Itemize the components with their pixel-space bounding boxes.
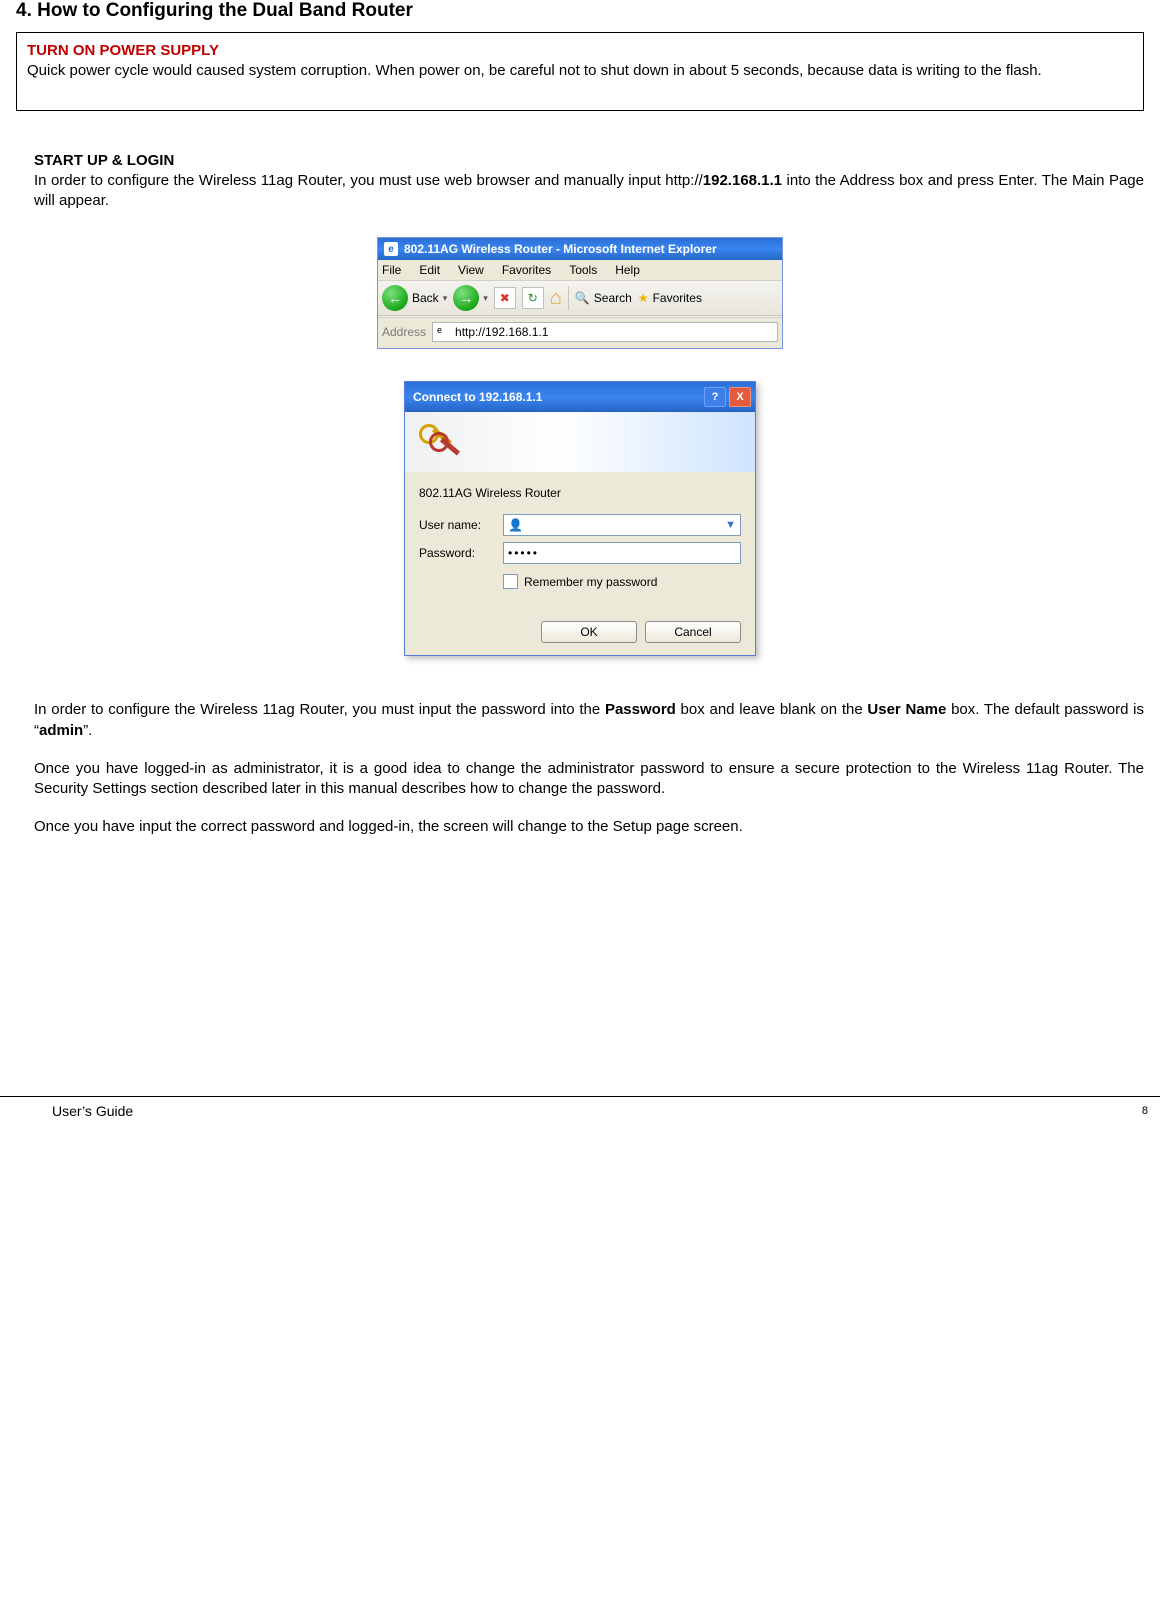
favorites-button[interactable]: ★ Favorites bbox=[638, 291, 702, 305]
cancel-button[interactable]: Cancel bbox=[645, 621, 741, 643]
ie-toolbar: ← Back ▾ → ▾ ✖ ↻ ⌂ 🔍 Search bbox=[378, 281, 782, 316]
person-icon: 👤 bbox=[508, 518, 523, 532]
paragraph-admin: Once you have logged-in as administrator… bbox=[34, 759, 1144, 800]
refresh-icon: ↻ bbox=[528, 291, 538, 305]
menu-help[interactable]: Help bbox=[615, 263, 640, 277]
back-button[interactable]: ← Back ▾ bbox=[382, 285, 447, 311]
password-value: ••••• bbox=[508, 546, 539, 560]
refresh-button[interactable]: ↻ bbox=[522, 287, 544, 309]
password-input[interactable]: ••••• bbox=[503, 542, 741, 564]
chevron-down-icon[interactable]: ▼ bbox=[725, 519, 736, 531]
ie-address-bar: Address e http://192.168.1.1 bbox=[378, 318, 782, 348]
auth-banner bbox=[405, 412, 755, 472]
stop-button[interactable]: ✖ bbox=[494, 287, 516, 309]
pw-bold-username: User Name bbox=[867, 701, 946, 718]
pw-bold-password: Password bbox=[605, 701, 676, 718]
stop-icon: ✖ bbox=[500, 291, 510, 305]
warning-text: Quick power cycle would caused system co… bbox=[27, 62, 1042, 79]
menu-file[interactable]: File bbox=[382, 263, 401, 277]
username-input[interactable]: 👤 ▼ bbox=[503, 514, 741, 536]
search-icon: 🔍 bbox=[575, 291, 590, 305]
ie-title: 802.11AG Wireless Router - Microsoft Int… bbox=[404, 242, 717, 256]
ie-menubar: File Edit View Favorites Tools Help bbox=[378, 260, 782, 281]
close-button[interactable]: X bbox=[729, 387, 751, 407]
back-dropdown-icon: ▾ bbox=[443, 293, 448, 304]
footer-guide: User’s Guide bbox=[52, 1103, 133, 1119]
star-icon: ★ bbox=[638, 291, 649, 305]
address-label: Address bbox=[382, 325, 426, 339]
pw-a: In order to configure the Wireless 11ag … bbox=[34, 701, 605, 718]
menu-tools[interactable]: Tools bbox=[569, 263, 597, 277]
home-icon: ⌂ bbox=[550, 287, 562, 310]
address-favicon-icon: e bbox=[437, 325, 451, 339]
back-label: Back bbox=[412, 291, 439, 305]
keys-icon bbox=[417, 422, 463, 462]
search-button[interactable]: 🔍 Search bbox=[575, 291, 632, 305]
auth-titlebar: Connect to 192.168.1.1 ? X bbox=[405, 382, 755, 412]
home-button[interactable]: ⌂ bbox=[550, 288, 562, 308]
pw-b: box and leave blank on the bbox=[676, 701, 868, 718]
startup-line-pre: In order to configure the Wireless 11ag … bbox=[34, 172, 703, 189]
help-button[interactable]: ? bbox=[704, 387, 726, 407]
forward-button[interactable]: → ▾ bbox=[453, 285, 488, 311]
search-label: Search bbox=[594, 291, 632, 305]
auth-dialog: Connect to 192.168.1.1 ? X 802.11AG Wire… bbox=[404, 381, 756, 656]
paragraph-setup: Once you have input the correct password… bbox=[34, 817, 1144, 837]
startup-heading: START UP & LOGIN bbox=[34, 152, 174, 169]
password-label: Password: bbox=[419, 546, 503, 560]
forward-arrow-icon: → bbox=[453, 285, 479, 311]
address-input[interactable]: e http://192.168.1.1 bbox=[432, 322, 778, 342]
section-heading: 4. How to Configuring the Dual Band Rout… bbox=[16, 0, 1144, 22]
auth-realm: 802.11AG Wireless Router bbox=[419, 486, 741, 500]
pw-d: ”. bbox=[83, 722, 92, 739]
ok-button[interactable]: OK bbox=[541, 621, 637, 643]
menu-view[interactable]: View bbox=[458, 263, 484, 277]
footer-page-number: 8 bbox=[1142, 1103, 1148, 1117]
back-arrow-icon: ← bbox=[382, 285, 408, 311]
ie-logo-icon: e bbox=[384, 242, 398, 256]
ie-titlebar: e 802.11AG Wireless Router - Microsoft I… bbox=[378, 238, 782, 260]
close-icon: X bbox=[736, 391, 743, 403]
paragraph-password: In order to configure the Wireless 11ag … bbox=[34, 700, 1144, 741]
pw-bold-admin: admin bbox=[39, 722, 83, 739]
footer: User’s Guide 8 bbox=[0, 1097, 1160, 1129]
startup-ip: 192.168.1.1 bbox=[703, 172, 782, 189]
warning-box: TURN ON POWER SUPPLY Quick power cycle w… bbox=[16, 32, 1144, 111]
ie-window: e 802.11AG Wireless Router - Microsoft I… bbox=[377, 237, 783, 349]
menu-favorites[interactable]: Favorites bbox=[502, 263, 551, 277]
warning-title: TURN ON POWER SUPPLY bbox=[27, 42, 219, 59]
remember-label: Remember my password bbox=[524, 575, 657, 589]
forward-dropdown-icon: ▾ bbox=[483, 293, 488, 304]
username-label: User name: bbox=[419, 518, 503, 532]
menu-edit[interactable]: Edit bbox=[419, 263, 440, 277]
remember-checkbox[interactable] bbox=[503, 574, 518, 589]
address-value: http://192.168.1.1 bbox=[455, 325, 773, 339]
favorites-label: Favorites bbox=[653, 291, 702, 305]
auth-title: Connect to 192.168.1.1 bbox=[413, 390, 542, 404]
help-icon: ? bbox=[712, 391, 719, 403]
